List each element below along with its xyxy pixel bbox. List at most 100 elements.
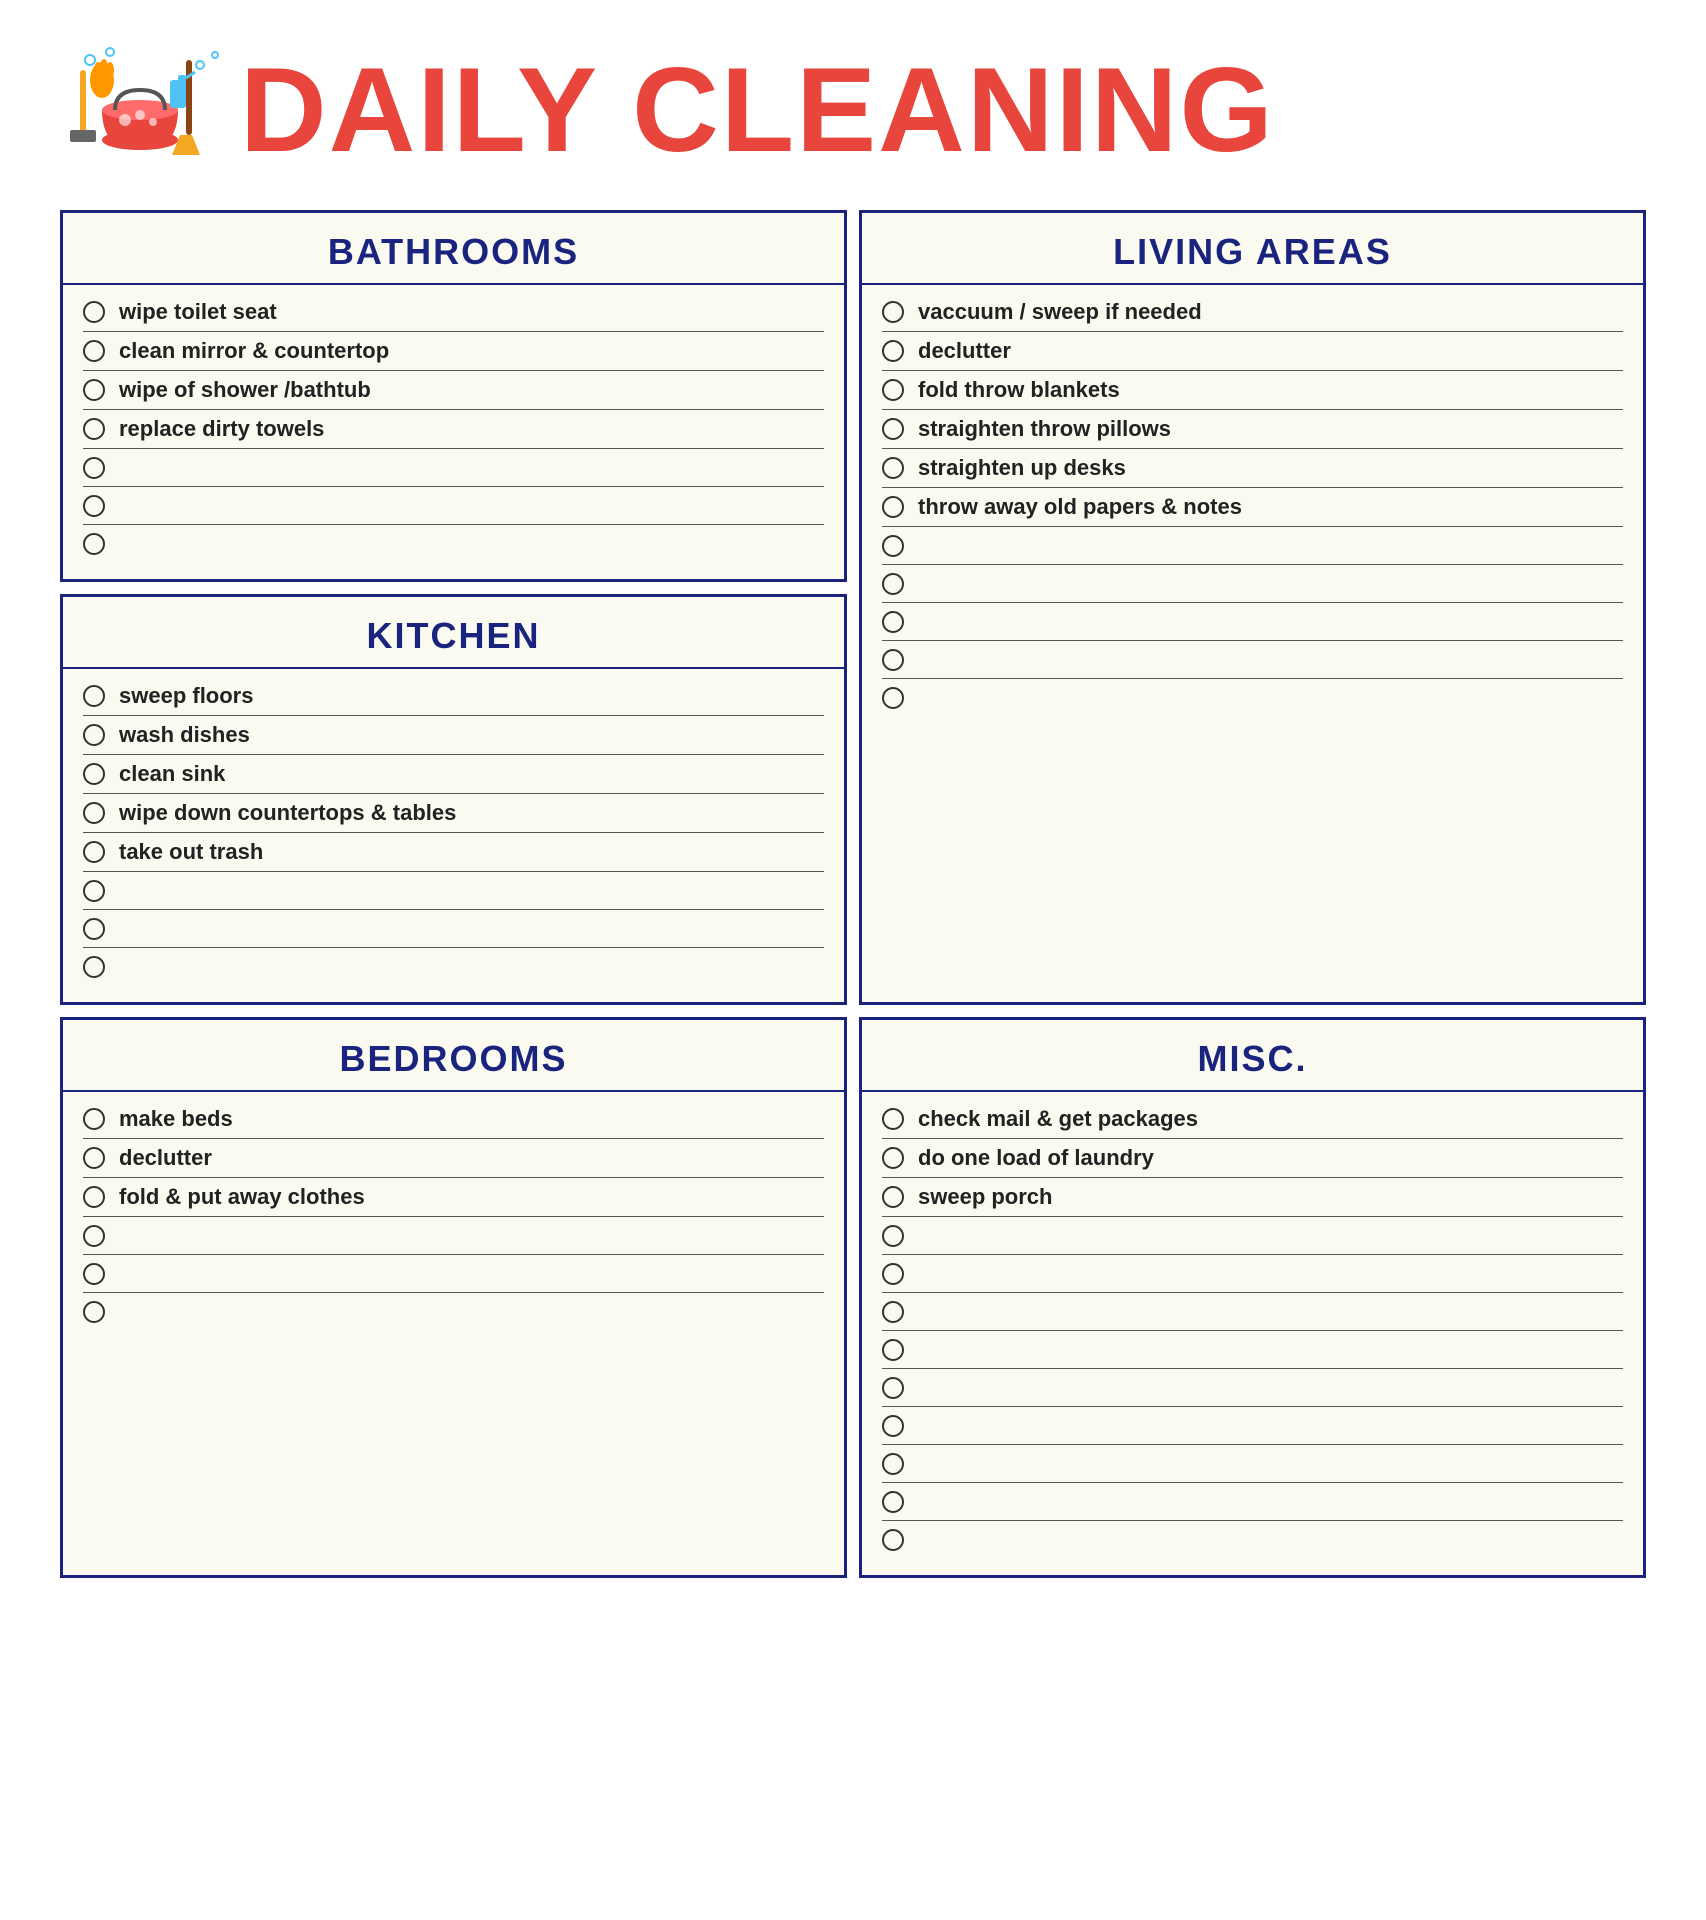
item-label: fold throw blankets bbox=[918, 377, 1120, 403]
list-item[interactable]: take out trash bbox=[83, 833, 824, 872]
item-label: wipe of shower /bathtub bbox=[119, 377, 371, 403]
checkbox-circle[interactable] bbox=[882, 573, 904, 595]
list-item[interactable] bbox=[83, 525, 824, 563]
checkbox-circle[interactable] bbox=[882, 1529, 904, 1551]
checkbox-circle[interactable] bbox=[83, 880, 105, 902]
list-item[interactable] bbox=[882, 1407, 1623, 1445]
list-item[interactable] bbox=[882, 603, 1623, 641]
list-item[interactable]: wipe down countertops & tables bbox=[83, 794, 824, 833]
list-item[interactable] bbox=[83, 1255, 824, 1293]
list-item[interactable]: fold & put away clothes bbox=[83, 1178, 824, 1217]
checkbox-circle[interactable] bbox=[882, 1108, 904, 1130]
checkbox-circle[interactable] bbox=[83, 457, 105, 479]
list-item[interactable] bbox=[882, 527, 1623, 565]
list-item[interactable] bbox=[882, 679, 1623, 717]
checkbox-circle[interactable] bbox=[882, 1339, 904, 1361]
checkbox-circle[interactable] bbox=[83, 495, 105, 517]
checkbox-circle[interactable] bbox=[83, 1225, 105, 1247]
list-item[interactable] bbox=[83, 449, 824, 487]
checkbox-circle[interactable] bbox=[882, 1263, 904, 1285]
bedrooms-title: BEDROOMS bbox=[63, 1020, 844, 1092]
list-item[interactable]: clean mirror & countertop bbox=[83, 332, 824, 371]
checkbox-circle[interactable] bbox=[83, 1263, 105, 1285]
list-item[interactable] bbox=[882, 1331, 1623, 1369]
list-item[interactable]: fold throw blankets bbox=[882, 371, 1623, 410]
checkbox-circle[interactable] bbox=[83, 918, 105, 940]
list-item[interactable] bbox=[882, 565, 1623, 603]
list-item[interactable] bbox=[882, 1445, 1623, 1483]
list-item[interactable]: wash dishes bbox=[83, 716, 824, 755]
checkbox-circle[interactable] bbox=[882, 1147, 904, 1169]
list-item[interactable] bbox=[882, 1293, 1623, 1331]
list-item[interactable]: sweep porch bbox=[882, 1178, 1623, 1217]
list-item[interactable] bbox=[83, 1217, 824, 1255]
checkbox-circle[interactable] bbox=[882, 1225, 904, 1247]
checkbox-circle[interactable] bbox=[882, 340, 904, 362]
list-item[interactable] bbox=[882, 1369, 1623, 1407]
list-item[interactable] bbox=[83, 872, 824, 910]
checkbox-circle[interactable] bbox=[882, 611, 904, 633]
list-item[interactable]: replace dirty towels bbox=[83, 410, 824, 449]
checkbox-circle[interactable] bbox=[882, 687, 904, 709]
checkbox-circle[interactable] bbox=[83, 340, 105, 362]
list-item[interactable]: throw away old papers & notes bbox=[882, 488, 1623, 527]
checkbox-circle[interactable] bbox=[83, 956, 105, 978]
checkbox-circle[interactable] bbox=[882, 496, 904, 518]
list-item[interactable] bbox=[882, 641, 1623, 679]
list-item[interactable] bbox=[882, 1521, 1623, 1559]
bathrooms-title: BATHROOMS bbox=[63, 213, 844, 285]
checkbox-circle[interactable] bbox=[83, 685, 105, 707]
checkbox-circle[interactable] bbox=[83, 301, 105, 323]
kitchen-list: sweep floorswash dishesclean sinkwipe do… bbox=[63, 669, 844, 1002]
list-item[interactable]: vaccuum / sweep if needed bbox=[882, 293, 1623, 332]
checkbox-circle[interactable] bbox=[83, 1186, 105, 1208]
item-label: take out trash bbox=[119, 839, 263, 865]
checkbox-circle[interactable] bbox=[882, 649, 904, 671]
checklist-grid: BATHROOMS wipe toilet seatclean mirror &… bbox=[60, 210, 1646, 1578]
checkbox-circle[interactable] bbox=[882, 1415, 904, 1437]
list-item[interactable] bbox=[83, 487, 824, 525]
checkbox-circle[interactable] bbox=[83, 724, 105, 746]
list-item[interactable]: wipe of shower /bathtub bbox=[83, 371, 824, 410]
kitchen-section: KITCHEN sweep floorswash dishesclean sin… bbox=[60, 594, 847, 1005]
checkbox-circle[interactable] bbox=[882, 1301, 904, 1323]
list-item[interactable]: make beds bbox=[83, 1100, 824, 1139]
list-item[interactable] bbox=[882, 1255, 1623, 1293]
checkbox-circle[interactable] bbox=[882, 418, 904, 440]
checkbox-circle[interactable] bbox=[882, 1491, 904, 1513]
list-item[interactable]: clean sink bbox=[83, 755, 824, 794]
checkbox-circle[interactable] bbox=[83, 1108, 105, 1130]
checkbox-circle[interactable] bbox=[882, 457, 904, 479]
list-item[interactable] bbox=[882, 1217, 1623, 1255]
checkbox-circle[interactable] bbox=[83, 1147, 105, 1169]
checkbox-circle[interactable] bbox=[83, 763, 105, 785]
checkbox-circle[interactable] bbox=[83, 841, 105, 863]
checkbox-circle[interactable] bbox=[882, 1186, 904, 1208]
list-item[interactable]: wipe toilet seat bbox=[83, 293, 824, 332]
bedrooms-section: BEDROOMS make bedsdeclutterfold & put aw… bbox=[60, 1017, 847, 1578]
checkbox-circle[interactable] bbox=[83, 802, 105, 824]
checkbox-circle[interactable] bbox=[882, 1453, 904, 1475]
list-item[interactable]: straighten up desks bbox=[882, 449, 1623, 488]
living-areas-list: vaccuum / sweep if needed declutter fold t… bbox=[862, 285, 1643, 733]
item-label: vaccuum / sweep if needed bbox=[918, 299, 1202, 325]
checkbox-circle[interactable] bbox=[83, 533, 105, 555]
checkbox-circle[interactable] bbox=[83, 418, 105, 440]
checkbox-circle[interactable] bbox=[83, 379, 105, 401]
checkbox-circle[interactable] bbox=[882, 301, 904, 323]
list-item[interactable]: straighten throw pillows bbox=[882, 410, 1623, 449]
checkbox-circle[interactable] bbox=[882, 1377, 904, 1399]
list-item[interactable] bbox=[83, 910, 824, 948]
checkbox-circle[interactable] bbox=[882, 535, 904, 557]
list-item[interactable]: check mail & get packages bbox=[882, 1100, 1623, 1139]
checkbox-circle[interactable] bbox=[882, 379, 904, 401]
list-item[interactable]: declutter bbox=[83, 1139, 824, 1178]
list-item[interactable]: sweep floors bbox=[83, 677, 824, 716]
list-item[interactable] bbox=[882, 1483, 1623, 1521]
checkbox-circle[interactable] bbox=[83, 1301, 105, 1323]
list-item[interactable] bbox=[83, 948, 824, 986]
list-item[interactable]: declutter bbox=[882, 332, 1623, 371]
list-item[interactable] bbox=[83, 1293, 824, 1331]
list-item[interactable]: do one load of laundry bbox=[882, 1139, 1623, 1178]
misc-list: check mail & get packagesdo one load of … bbox=[862, 1092, 1643, 1575]
